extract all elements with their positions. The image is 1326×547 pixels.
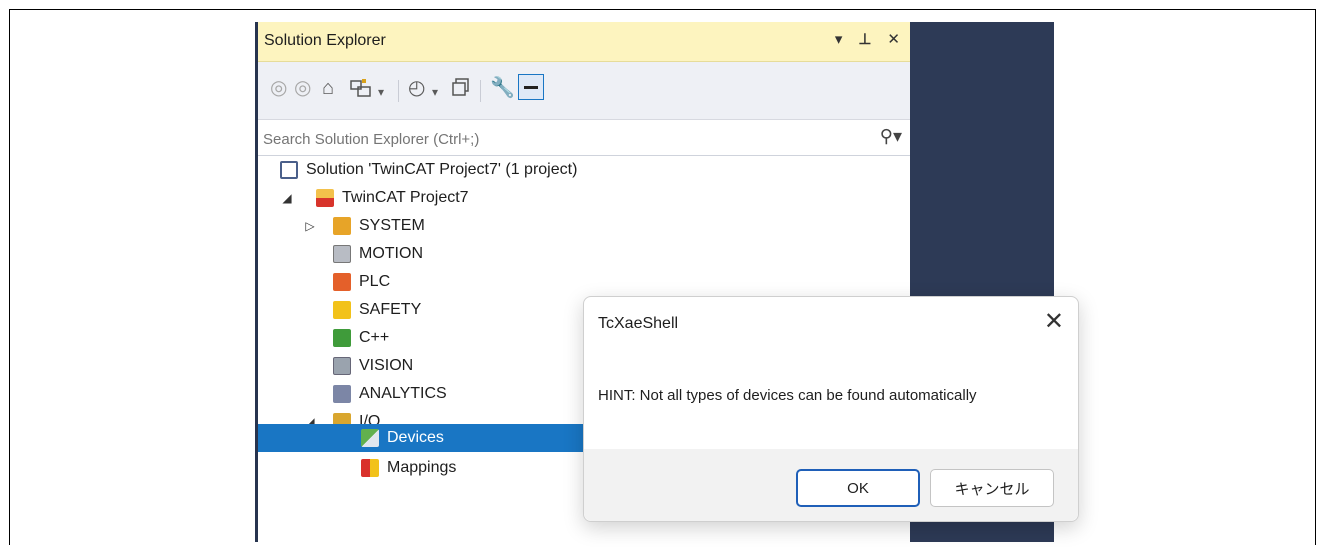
collapse-all-icon[interactable] [452,78,470,100]
tree-item-label: SAFETY [359,301,422,318]
vision-icon [333,357,351,375]
tree-item-label: MOTION [359,245,423,262]
twincat-project-icon [316,189,334,207]
motion-icon [333,245,351,263]
dialog-title: TcXaeShell [598,315,679,332]
properties-icon[interactable]: 🔧 [490,78,515,98]
tree-item-label: ANALYTICS [359,385,447,402]
dialog-footer: OK キャンセル [584,449,1078,521]
tree-item-label: Devices [387,429,444,446]
close-icon[interactable]: ✕ [1044,307,1064,336]
tree-item-label: VISION [359,357,414,374]
search-icon[interactable]: ⚲▾ [880,126,902,147]
tree-item-safety[interactable]: SAFETY [333,296,421,324]
tree-item-label: C++ [359,329,390,346]
system-icon [333,217,351,235]
tree-item-label: SYSTEM [359,217,425,234]
tree-item-label: Solution 'TwinCAT Project7' (1 project) [306,161,578,178]
tree-item-system[interactable]: ▷ SYSTEM [303,212,425,240]
home-icon[interactable]: ⌂ [322,78,334,98]
tree-item-devices[interactable]: Devices [258,424,588,452]
tree-item-project[interactable]: ◢ TwinCAT Project7 [280,184,469,212]
tree-item-solution[interactable]: Solution 'TwinCAT Project7' (1 project) [280,156,577,184]
plc-icon [333,273,351,291]
preview-icon[interactable] [518,74,544,100]
collapsed-arrow-icon[interactable]: ▷ [303,219,317,233]
tree-item-label: TwinCAT Project7 [342,189,469,206]
panel-toolbar: ◎ ◎ ⌂ ▾ ◴ ▾ 🔧 [258,62,910,120]
tree-item-cpp[interactable]: C++ [333,324,389,352]
cpp-icon [333,329,351,347]
tree-item-analytics[interactable]: ANALYTICS [333,380,447,408]
pending-changes-icon[interactable]: ◴ [408,78,425,98]
tree-item-mappings[interactable]: Mappings [361,454,456,482]
dropdown-icon[interactable]: ▾ [432,82,438,102]
devices-icon [361,429,379,447]
solution-icon [280,161,298,179]
toolbar-separator [480,80,481,102]
safety-icon [333,301,351,319]
toolbar-separator [398,80,399,102]
tree-item-vision[interactable]: VISION [333,352,413,380]
ok-button[interactable]: OK [796,469,920,507]
close-icon[interactable]: ✕ [887,30,900,48]
dialog-message: HINT: Not all types of devices can be fo… [598,387,977,404]
cancel-button[interactable]: キャンセル [930,469,1054,507]
tree-item-plc[interactable]: PLC [333,268,390,296]
switch-view-icon[interactable] [350,78,372,102]
dropdown-icon[interactable]: ▾ [835,30,843,48]
tree-item-motion[interactable]: MOTION [333,240,423,268]
expanded-arrow-icon[interactable]: ◢ [280,191,294,205]
forward-icon[interactable]: ◎ [294,78,311,98]
mappings-icon [361,459,379,477]
panel-title-bar: Solution Explorer ▾ ⊥ ✕ [258,22,910,62]
search-input[interactable] [261,126,845,152]
search-bar: ⚲▾ [258,120,910,156]
hint-dialog: TcXaeShell ✕ HINT: Not all types of devi… [583,296,1079,522]
analytics-icon [333,385,351,403]
back-icon[interactable]: ◎ [270,78,287,98]
pin-icon[interactable]: ⊥ [858,30,871,48]
tree-item-label: Mappings [387,459,457,476]
tree-item-label: PLC [359,273,391,290]
panel-title: Solution Explorer [264,32,386,49]
dropdown-icon[interactable]: ▾ [378,82,384,102]
